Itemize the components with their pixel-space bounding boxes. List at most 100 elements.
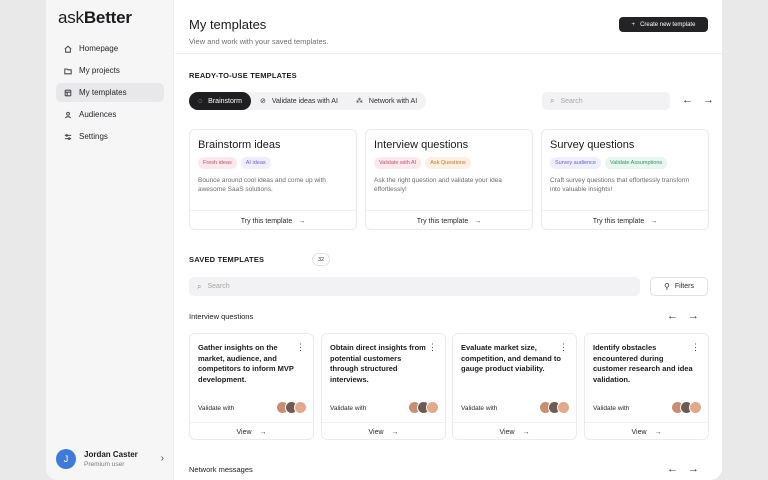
arrow-left-icon[interactable]: ← (682, 94, 693, 106)
tab-brainstorm[interactable]: ◌ Brainstorm (189, 92, 252, 110)
search-placeholder: Search (207, 283, 230, 290)
arrow-right-icon: → (650, 217, 658, 225)
more-options-icon[interactable]: ⋮ (691, 342, 700, 353)
saved-carousel-arrows: ← → (667, 310, 699, 322)
arrow-left-icon[interactable]: ← (667, 310, 678, 322)
ready-templates-heading: READY-TO-USE TEMPLATES (189, 71, 297, 80)
avatar-group (539, 401, 570, 414)
validate-with-label: Validate with (461, 405, 498, 412)
saved-template-card[interactable]: Identify obstacles encountered during cu… (584, 333, 709, 440)
app-window: askBetter Homepage My projects My templa… (46, 0, 722, 480)
arrow-right-icon: → (298, 217, 306, 225)
sidebar-item-audiences[interactable]: Audiences (56, 105, 164, 124)
user-name: Jordan Caster (84, 450, 138, 459)
tab-label: Validate ideas with AI (271, 97, 338, 105)
saved-template-card[interactable]: Obtain direct insights from potential cu… (321, 333, 446, 440)
saved-template-card[interactable]: Gather insights on the market, audience,… (189, 333, 314, 440)
avatar: J (56, 449, 76, 469)
view-button[interactable]: View → (453, 422, 576, 441)
arrow-left-icon[interactable]: ← (667, 463, 678, 475)
main-content: My templates View and work with your sav… (175, 0, 722, 480)
sidebar-item-homepage[interactable]: Homepage (56, 39, 164, 58)
arrow-right-icon[interactable]: → (688, 463, 699, 475)
plus-icon: + (631, 21, 636, 28)
page-title: My templates (189, 17, 267, 32)
validate-with-label: Validate with (198, 405, 235, 412)
saved-card-title: Identify obstacles encountered during cu… (593, 343, 693, 384)
brand-better: Better (83, 8, 132, 27)
view-button[interactable]: View → (322, 422, 445, 441)
avatar (294, 401, 307, 414)
more-options-icon[interactable]: ⋮ (296, 342, 305, 353)
sidebar-item-label: Audiences (79, 110, 117, 119)
sidebar-item-my-templates[interactable]: My templates (56, 83, 164, 102)
template-search-input[interactable]: ⌕ Search (542, 92, 670, 110)
try-template-button[interactable]: Try this template → (190, 210, 356, 231)
page-subtitle: View and work with your saved templates. (189, 37, 329, 46)
saved-search-input[interactable]: ⌕ Search (189, 277, 640, 296)
tag: AI ideas (240, 157, 271, 169)
saved-card-title: Evaluate market size, competition, and d… (461, 343, 562, 373)
create-template-label: Create new template (640, 21, 696, 28)
view-label: View (236, 428, 252, 436)
template-card-interview[interactable]: Interview questions Validate with AI Ask… (365, 129, 533, 230)
chevron-right-icon[interactable]: › (161, 453, 164, 464)
lightbulb-icon: ◌ (198, 97, 203, 105)
user-profile[interactable]: J Jordan Caster Premium user › (56, 447, 164, 471)
view-button[interactable]: View → (585, 422, 708, 441)
tag: Survey audience (550, 157, 601, 169)
tab-network[interactable]: ⁂ Network with AI (347, 92, 426, 110)
try-template-button[interactable]: Try this template → (366, 210, 532, 231)
home-icon (64, 45, 72, 53)
try-template-button[interactable]: Try this template → (542, 210, 708, 231)
ready-carousel-arrows: ← → (682, 94, 714, 106)
template-card-title: Brainstorm ideas (198, 139, 281, 151)
sidebar-item-label: Homepage (79, 44, 119, 53)
arrow-right-icon: → (474, 217, 482, 225)
arrow-right-icon: → (259, 428, 267, 436)
avatar (689, 401, 702, 414)
avatar (426, 401, 439, 414)
audience-icon (64, 111, 72, 118)
saved-card-title: Obtain direct insights from potential cu… (330, 343, 426, 384)
templates-icon (64, 89, 72, 96)
tab-label: Brainstorm (208, 97, 243, 105)
tag: Fresh ideas (198, 157, 237, 169)
arrow-right-icon[interactable]: → (703, 94, 714, 106)
more-options-icon[interactable]: ⋮ (559, 342, 568, 353)
saved-group-title: Interview questions (189, 312, 254, 321)
network-icon: ⁂ (355, 98, 363, 105)
sidebar-item-label: My projects (79, 66, 120, 75)
filters-label: Filters (674, 283, 694, 290)
saved-template-card[interactable]: Evaluate market size, competition, and d… (452, 333, 577, 440)
brand-ask: ask (58, 8, 84, 27)
sidebar-item-settings[interactable]: Settings (56, 127, 164, 146)
template-tags: Validate with AI Ask Questions (374, 157, 471, 169)
arrow-right-icon: → (654, 428, 662, 436)
try-template-label: Try this template (416, 217, 469, 225)
tag: Validate with AI (374, 157, 422, 169)
template-card-brainstorm[interactable]: Brainstorm ideas Fresh ideas AI ideas Bo… (189, 129, 357, 230)
create-template-button[interactable]: + Create new template (619, 17, 708, 32)
folder-icon (64, 67, 72, 74)
tab-label: Network with AI (368, 97, 418, 105)
filters-button[interactable]: ⚲ Filters (650, 277, 708, 296)
saved-count-badge: 32 (312, 253, 330, 266)
search-icon: ⌕ (550, 96, 555, 105)
more-options-icon[interactable]: ⋮ (428, 342, 437, 353)
template-tags: Fresh ideas AI ideas (198, 157, 271, 169)
view-button[interactable]: View → (190, 422, 313, 441)
brand-logo[interactable]: askBetter (58, 8, 132, 28)
sidebar: askBetter Homepage My projects My templa… (46, 0, 174, 480)
saved-templates-heading: SAVED TEMPLATES (189, 255, 265, 264)
sidebar-item-my-projects[interactable]: My projects (56, 61, 164, 80)
sidebar-nav: Homepage My projects My templates Audien… (56, 39, 164, 149)
template-card-survey[interactable]: Survey questions Survey audience Validat… (541, 129, 709, 230)
template-card-description: Craft survey questions that effortlessly… (550, 177, 690, 193)
template-tabs: ◌ Brainstorm ⊘ Validate ideas with AI ⁂ … (189, 92, 427, 110)
arrow-right-icon[interactable]: → (688, 310, 699, 322)
saved-card-title: Gather insights on the market, audience,… (198, 343, 294, 384)
view-label: View (499, 428, 515, 436)
network-carousel-arrows: ← → (667, 463, 699, 475)
tab-validate-ideas[interactable]: ⊘ Validate ideas with AI (251, 92, 347, 110)
